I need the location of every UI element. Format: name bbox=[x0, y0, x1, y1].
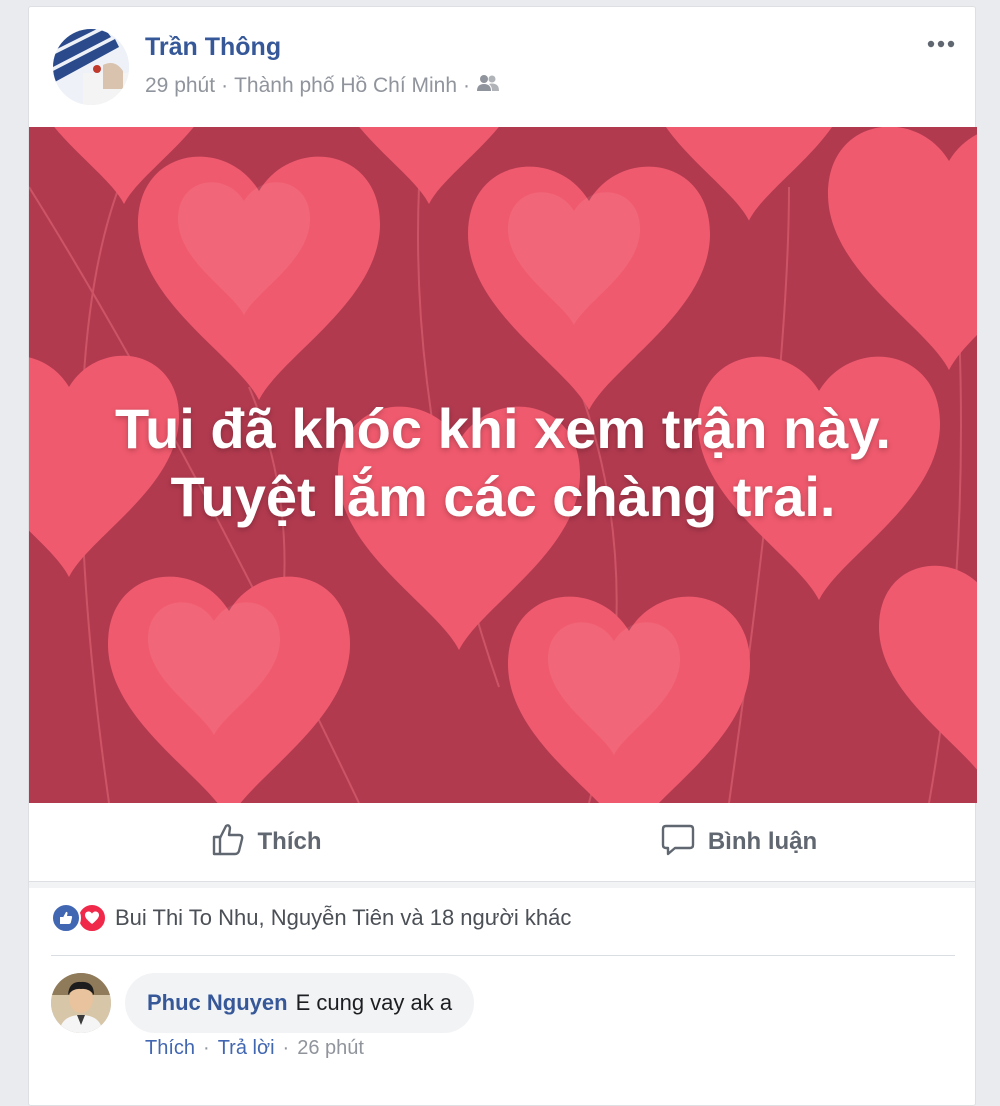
comment-button[interactable]: Bình luận bbox=[502, 803, 975, 881]
thumbs-up-icon bbox=[210, 821, 246, 864]
author-avatar[interactable] bbox=[53, 29, 129, 105]
meta-separator: · bbox=[463, 74, 471, 97]
comment-reply-link[interactable]: Trả lời bbox=[218, 1037, 275, 1060]
comment-actions-separator: · bbox=[203, 1037, 210, 1059]
post-text-line-2: Tuyệt lắm các chàng trai. bbox=[170, 465, 836, 528]
post-text-line-1: Tui đã khóc khi xem trận này. bbox=[115, 397, 891, 460]
post-header: Trần Thông 29 phút · Thành phố Hồ Chí Mi… bbox=[29, 7, 975, 127]
commenter-avatar[interactable] bbox=[51, 973, 111, 1033]
post-image[interactable]: Tui đã khóc khi xem trận này. Tuyệt lắm … bbox=[29, 127, 977, 803]
post-meta: 29 phút · Thành phố Hồ Chí Minh · bbox=[145, 73, 500, 99]
comment-text: E cung vay ak a bbox=[295, 990, 453, 1015]
post-card: Trần Thông 29 phút · Thành phố Hồ Chí Mi… bbox=[28, 6, 977, 1106]
post-actions: Thích Bình luận bbox=[29, 803, 975, 882]
like-button[interactable]: Thích bbox=[29, 803, 502, 881]
comment-bubble: Phuc Nguyen E cung vay ak a bbox=[125, 973, 475, 1033]
comment-like-link[interactable]: Thích bbox=[145, 1037, 195, 1060]
love-reaction-icon bbox=[77, 903, 107, 933]
like-label: Thích bbox=[257, 828, 322, 855]
author-name[interactable]: Trần Thông bbox=[145, 33, 281, 62]
section-divider bbox=[29, 882, 975, 888]
comment-time[interactable]: 26 phút bbox=[297, 1037, 364, 1060]
post-location[interactable]: Thành phố Hồ Chí Minh bbox=[234, 74, 457, 98]
comment-actions: Thích · Trả lời · 26 phút bbox=[145, 1037, 364, 1060]
comments-divider bbox=[51, 955, 955, 956]
comment-label: Bình luận bbox=[707, 828, 818, 855]
more-options-icon[interactable] bbox=[923, 29, 959, 59]
commenter-name[interactable]: Phuc Nguyen bbox=[147, 990, 288, 1016]
post-text: Tui đã khóc khi xem trận này. Tuyệt lắm … bbox=[29, 395, 977, 531]
like-reaction-icon bbox=[51, 903, 81, 933]
post-time[interactable]: 29 phút bbox=[145, 74, 215, 98]
comment-icon bbox=[660, 821, 696, 864]
reactions-summary[interactable]: Bui Thi To Nhu, Nguyễn Tiên và 18 người … bbox=[51, 903, 571, 933]
comment-actions-separator: · bbox=[282, 1037, 290, 1059]
friends-icon[interactable] bbox=[476, 73, 500, 99]
meta-separator: · bbox=[221, 74, 229, 97]
reaction-icons bbox=[51, 903, 107, 933]
reactions-text: Bui Thi To Nhu, Nguyễn Tiên và 18 người … bbox=[115, 905, 572, 930]
